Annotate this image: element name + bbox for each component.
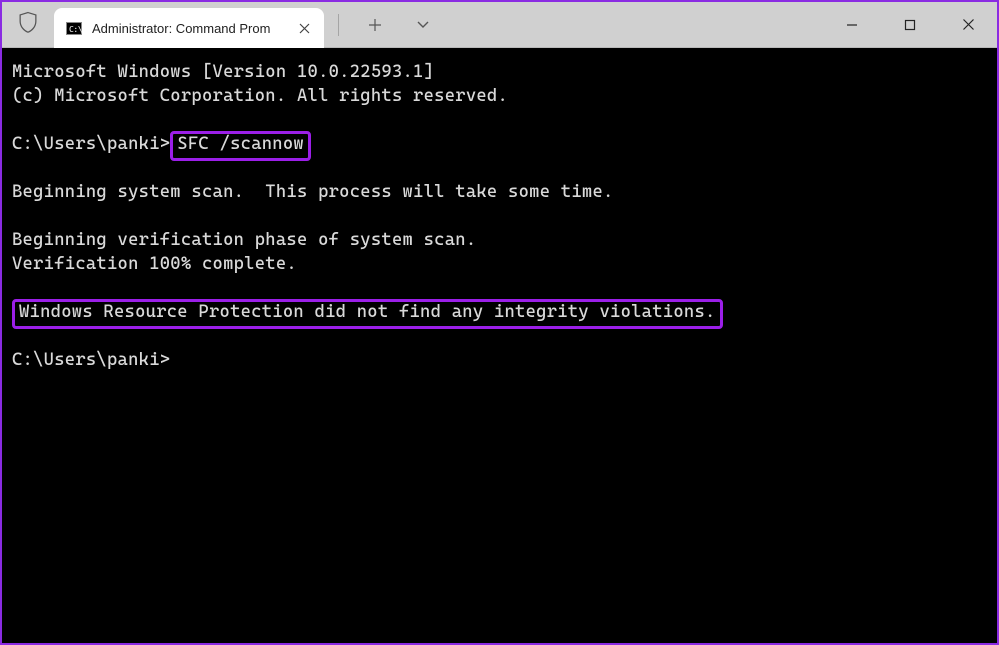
uac-shield-area (2, 2, 54, 47)
cmd-icon: C:\ (66, 20, 82, 36)
terminal-prompt: C:\Users\panki> (12, 134, 170, 154)
terminal-output[interactable]: Microsoft Windows [Version 10.0.22593.1]… (2, 48, 997, 643)
maximize-button[interactable] (881, 2, 939, 47)
highlight-result: Windows Resource Protection did not find… (12, 299, 723, 329)
titlebar: C:\ Administrator: Command Prom (2, 2, 997, 48)
window-controls (823, 2, 997, 47)
minimize-button[interactable] (823, 2, 881, 47)
terminal-line: (c) Microsoft Corporation. All rights re… (12, 86, 508, 106)
terminal-line: Beginning system scan. This process will… (12, 182, 614, 202)
tab-close-button[interactable] (294, 18, 314, 38)
tab-cmd[interactable]: C:\ Administrator: Command Prom (54, 8, 324, 48)
tab-title: Administrator: Command Prom (92, 21, 270, 36)
terminal-line: Beginning verification phase of system s… (12, 230, 476, 250)
terminal-window: C:\ Administrator: Command Prom (0, 0, 999, 645)
new-tab-button[interactable] (361, 11, 389, 39)
terminal-line: Microsoft Windows [Version 10.0.22593.1] (12, 62, 434, 82)
highlight-command: SFC /scannow (170, 131, 311, 161)
close-button[interactable] (939, 2, 997, 47)
terminal-line: Verification 100% complete. (12, 254, 297, 274)
tab-divider (338, 14, 339, 36)
shield-icon (18, 11, 38, 38)
tab-dropdown-button[interactable] (409, 11, 437, 39)
terminal-prompt: C:\Users\panki> (12, 350, 170, 370)
tab-actions (324, 2, 437, 47)
